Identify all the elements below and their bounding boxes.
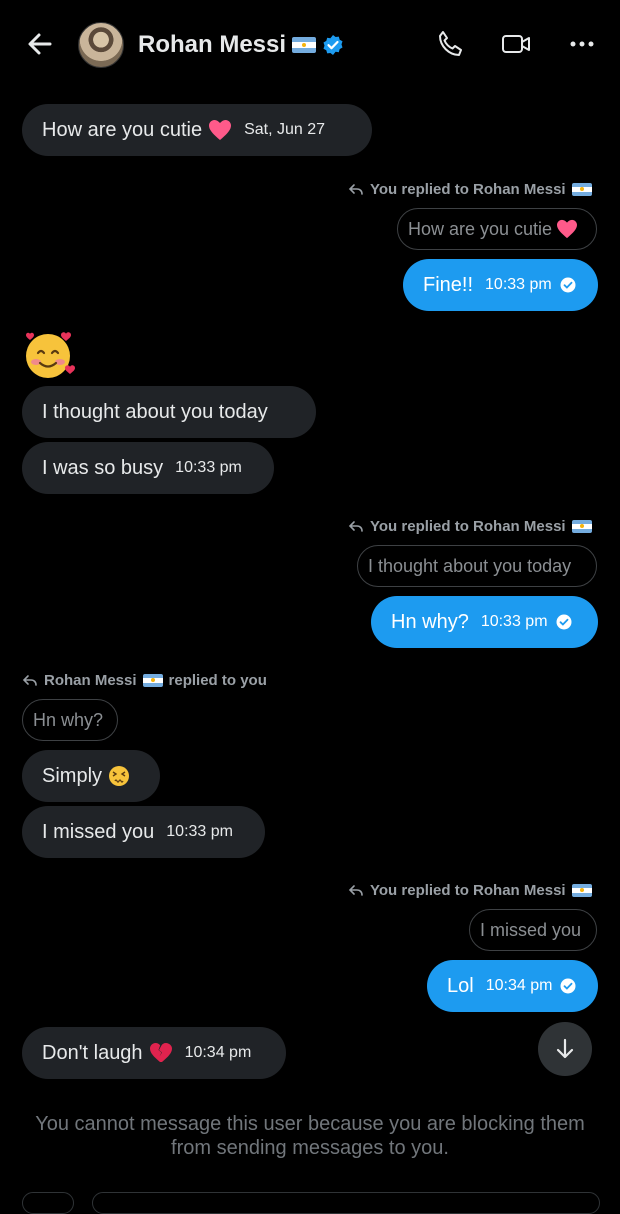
message-text: Lol — [447, 974, 474, 997]
broken-heart-icon — [149, 1043, 172, 1062]
sent-check-icon — [560, 978, 576, 994]
arrow-down-icon — [556, 1038, 574, 1059]
reply-arrow-icon — [348, 520, 363, 532]
message-text: Simply — [42, 764, 103, 787]
reply-arrow-icon — [22, 674, 37, 686]
message-text: Don't laugh — [42, 1041, 143, 1064]
message-text: How are you cutie — [42, 118, 203, 141]
message-bubble-incoming[interactable]: I thought about you today — [22, 386, 316, 438]
quoted-text: How are you cutie — [408, 218, 553, 239]
reply-note-text: You replied to Rohan Messi — [370, 181, 566, 198]
persevering-face-icon — [109, 766, 130, 786]
smiling-face-with-hearts-icon[interactable] — [22, 326, 78, 382]
quoted-message[interactable]: I thought about you today — [357, 545, 597, 587]
reply-note-text: You replied to Rohan Messi — [370, 518, 566, 535]
quoted-message[interactable]: How are you cutie — [397, 208, 597, 250]
message-bubble-incoming[interactable]: How are you cutie Sat, Jun 27 — [22, 104, 372, 156]
quoted-text: I thought about you today — [368, 555, 572, 576]
message-bubble-outgoing[interactable]: Lol 10:34 pm — [427, 960, 598, 1012]
message-time: 10:33 pm — [166, 823, 233, 840]
quoted-text: Hn why? — [33, 709, 104, 730]
quoted-message[interactable]: Hn why? — [22, 699, 118, 741]
pink-heart-icon — [557, 219, 578, 239]
quoted-message[interactable]: I missed you — [469, 909, 597, 951]
message-bubble-outgoing[interactable]: Fine!! 10:33 pm — [403, 259, 598, 311]
message-text: I missed you — [42, 820, 155, 843]
reply-arrow-icon — [348, 183, 363, 195]
flag-argentina-icon — [571, 884, 592, 897]
message-bubble-incoming[interactable]: Simply — [22, 750, 160, 802]
quoted-text: I missed you — [480, 919, 582, 940]
reply-arrow-icon — [348, 884, 363, 896]
message-time: 10:33 pm — [485, 276, 552, 293]
message-text: Hn why? — [391, 610, 469, 633]
message-bubble-incoming[interactable]: I was so busy 10:33 pm — [22, 442, 274, 494]
flag-argentina-icon — [571, 520, 592, 533]
message-text: Fine!! — [423, 273, 474, 296]
flag-argentina-icon — [292, 37, 317, 53]
more-options-icon[interactable] — [566, 28, 598, 60]
back-arrow-icon[interactable] — [24, 28, 56, 60]
message-bubble-incoming[interactable]: I missed you 10:33 pm — [22, 806, 265, 858]
phone-icon[interactable] — [434, 28, 466, 60]
message-time: Sat, Jun 27 — [244, 121, 326, 138]
chat-header: Rohan Messi — [0, 0, 620, 88]
contact-name: Rohan Messi — [138, 31, 287, 58]
video-camera-icon[interactable] — [500, 28, 532, 60]
scroll-to-bottom-button[interactable] — [538, 1022, 592, 1076]
reply-note-suffix: replied to you — [168, 672, 267, 689]
reply-indicator: You replied to Rohan Messi — [348, 181, 592, 198]
reply-indicator: You replied to Rohan Messi — [348, 518, 592, 535]
message-bubble-outgoing[interactable]: Hn why? 10:33 pm — [371, 596, 598, 648]
flag-argentina-icon — [142, 674, 163, 687]
pink-heart-icon — [209, 120, 232, 140]
message-text: I thought about you today — [42, 400, 268, 423]
message-time: 10:34 pm — [184, 1044, 252, 1061]
reply-note-name: Rohan Messi — [44, 672, 137, 689]
reply-indicator: You replied to Rohan Messi — [348, 882, 592, 899]
reply-note-text: You replied to Rohan Messi — [370, 882, 566, 899]
sent-check-icon — [560, 277, 576, 293]
flag-argentina-icon — [571, 183, 592, 196]
message-time: 10:34 pm — [485, 977, 553, 994]
verified-badge-icon — [323, 35, 343, 55]
message-bubble-incoming[interactable]: Don't laugh 10:34 pm — [22, 1027, 286, 1079]
conversation-title[interactable]: Rohan Messi — [138, 28, 344, 62]
blocked-notice: You cannot message this user because you… — [35, 1113, 585, 1159]
message-text: I was so busy — [42, 456, 164, 479]
bottom-button-partial[interactable] — [22, 1192, 74, 1214]
avatar[interactable] — [78, 22, 124, 68]
bottom-input-partial[interactable] — [92, 1192, 600, 1214]
reply-indicator: Rohan Messi replied to you — [22, 672, 267, 689]
message-time: 10:33 pm — [480, 613, 548, 630]
sent-check-icon — [556, 614, 572, 630]
message-time: 10:33 pm — [175, 459, 242, 476]
